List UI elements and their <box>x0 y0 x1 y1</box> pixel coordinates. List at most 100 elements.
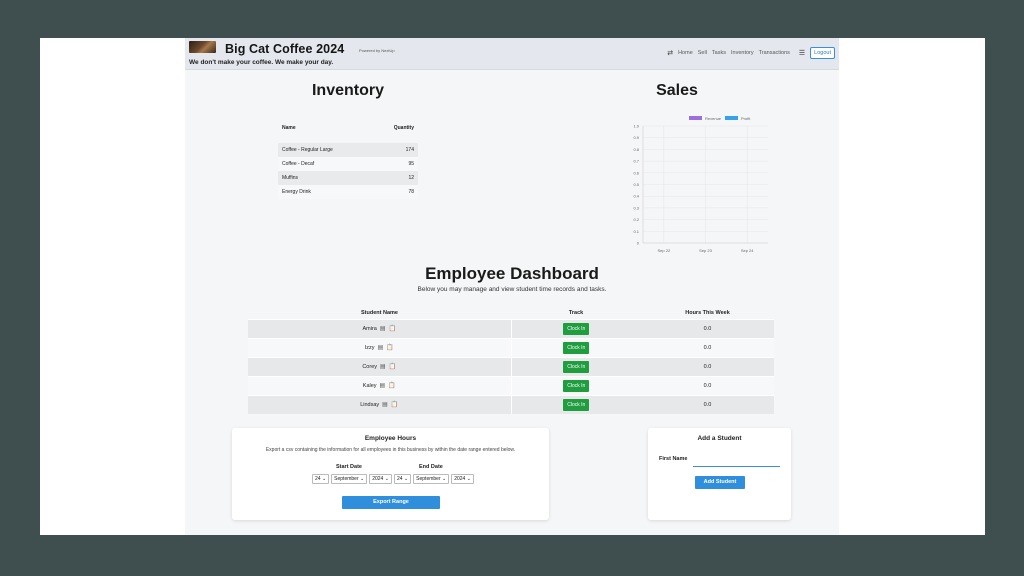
clock-in-button[interactable]: Clock In <box>563 398 590 411</box>
add-student-button[interactable]: Add Student <box>695 476 745 489</box>
table-row: Energy Drink 78 <box>278 185 418 199</box>
menu-icon[interactable]: ☰ <box>799 49 805 57</box>
item-quantity: 95 <box>372 157 418 171</box>
item-quantity: 12 <box>372 171 418 185</box>
student-cell: Kaley ▤ 📋 <box>248 375 512 395</box>
notes-icon[interactable]: ▤ <box>382 401 388 408</box>
top-bar: Big Cat Coffee 2024 Powered by NextUp We… <box>185 38 839 70</box>
student-cell: Lindsay ▤ 📋 <box>248 394 512 414</box>
item-name: Muffins <box>278 171 373 185</box>
powered-by-text: Powered by NextUp <box>359 48 395 53</box>
clock-in-button[interactable]: Clock In <box>563 379 590 392</box>
track-cell: Clock In <box>511 375 641 395</box>
table-row: Corey ▤ 📋 Clock In 0.0 <box>248 356 774 376</box>
y-tick-label: 0.3 <box>633 205 639 210</box>
nav-home[interactable]: Home <box>678 50 693 56</box>
add-student-title: Add a Student <box>697 435 742 442</box>
end-day-select[interactable]: 24 ⌄ <box>394 474 412 484</box>
y-tick-label: 0.1 <box>633 229 639 234</box>
hours-value: 0.0 <box>641 318 774 338</box>
table-row: Muffins 12 <box>278 171 418 185</box>
clipboard-icon[interactable]: 📋 <box>389 325 396 332</box>
sales-title: Sales <box>656 82 698 99</box>
track-cell: Clock In <box>511 337 641 357</box>
item-name: Coffee - Regular Large <box>278 143 373 157</box>
start-day-select[interactable]: 24 ⌄ <box>312 474 330 484</box>
clock-in-button[interactable]: Clock In <box>563 322 590 335</box>
column-header-quantity: Quantity <box>393 125 414 131</box>
clipboard-icon[interactable]: 📋 <box>388 382 395 389</box>
employee-title: Employee Dashboard <box>425 264 599 283</box>
notes-icon[interactable]: ▤ <box>380 382 386 389</box>
nav-inventory[interactable]: Inventory <box>731 50 754 56</box>
y-tick-label: 0 <box>637 241 640 246</box>
end-date-label: End Date <box>419 464 443 470</box>
x-tick-label: Sep 22 <box>657 248 670 253</box>
start-year-select[interactable]: 2024 ⌄ <box>369 474 392 484</box>
sales-chart: Revenue Profit 1.0 0.9 0.8 0.7 0.6 0.5 0.4 0.3 0.2… <box>633 116 768 253</box>
employee-hours-card: Employee Hours Export a csv containing t… <box>232 428 549 520</box>
app-window: Big Cat Coffee 2024 Powered by NextUp We… <box>185 38 839 535</box>
start-month-select[interactable]: September ⌄ <box>331 474 368 484</box>
refresh-icon[interactable]: ⇄ <box>667 49 673 57</box>
logout-button[interactable]: Logout <box>810 47 835 59</box>
legend-label: Revenue <box>705 116 722 121</box>
clipboard-icon[interactable]: 📋 <box>391 401 398 408</box>
table-row: Izzy ▤ 📋 Clock In 0.0 <box>248 337 774 357</box>
clipboard-icon[interactable]: 📋 <box>386 344 393 351</box>
nav-tasks[interactable]: Tasks <box>712 50 726 56</box>
first-name-input[interactable] <box>693 457 780 467</box>
start-year-value: 2024 <box>372 476 384 482</box>
first-name-label: First Name <box>659 456 688 462</box>
item-quantity: 174 <box>372 143 418 157</box>
end-year-select[interactable]: 2024 ⌄ <box>451 474 474 484</box>
y-tick-label: 0.7 <box>633 159 639 164</box>
legend-swatch <box>725 116 738 120</box>
y-tick-label: 0.5 <box>633 182 639 187</box>
clipboard-icon[interactable]: 📋 <box>389 363 396 370</box>
table-row: Coffee - Decaf 95 <box>278 157 418 171</box>
student-cell: Amira ▤ 📋 <box>248 318 512 338</box>
x-tick-label: Sep 23 <box>699 248 712 253</box>
column-header-name: Name <box>282 125 296 131</box>
student-name: Corey <box>362 364 377 370</box>
item-name: Energy Drink <box>278 185 373 199</box>
notes-icon[interactable]: ▤ <box>378 344 384 351</box>
x-tick-label: Sep 24 <box>741 248 754 253</box>
export-range-button[interactable]: Export Range <box>342 496 440 509</box>
end-month-value: September <box>416 476 441 482</box>
y-tick-label: 0.6 <box>633 170 639 175</box>
track-cell: Clock In <box>511 318 641 338</box>
start-date-picker: 24 ⌄ September ⌄ 2024 ⌄ <box>312 474 392 484</box>
track-cell: Clock In <box>511 356 641 376</box>
slide-canvas: Big Cat Coffee 2024 Powered by NextUp We… <box>40 38 985 535</box>
clock-in-button[interactable]: Clock In <box>563 341 590 354</box>
notes-icon[interactable]: ▤ <box>380 325 386 332</box>
column-header-track: Track <box>568 309 584 316</box>
inventory-table: Name Quantity Coffee - Regular Large 174… <box>278 121 418 199</box>
clock-in-button[interactable]: Clock In <box>563 360 590 373</box>
inventory-title: Inventory <box>311 82 384 99</box>
start-date-label: Start Date <box>336 464 362 470</box>
legend-label: Profit <box>741 116 751 121</box>
nav-sell[interactable]: Sell <box>698 50 707 56</box>
table-row: Kaley ▤ 📋 Clock In 0.0 <box>248 375 774 395</box>
end-year-value: 2024 <box>454 476 466 482</box>
add-student-card: Add a Student First Name Add Student <box>648 428 791 520</box>
nav-transactions[interactable]: Transactions <box>759 50 790 56</box>
tagline: We don't make your coffee. We make your … <box>189 59 334 66</box>
end-month-select[interactable]: September ⌄ <box>413 474 450 484</box>
brand-title: Big Cat Coffee 2024 <box>225 42 345 56</box>
end-day-value: 24 <box>397 476 403 482</box>
student-name: Amira <box>362 326 377 332</box>
y-tick-label: 1.0 <box>633 124 639 129</box>
hours-value: 0.0 <box>641 356 774 376</box>
hours-value: 0.0 <box>641 375 774 395</box>
notes-icon[interactable]: ▤ <box>380 363 386 370</box>
table-row: Lindsay ▤ 📋 Clock In 0.0 <box>248 394 774 414</box>
employee-subtitle: Below you may manage and view student ti… <box>417 286 607 293</box>
y-tick-label: 0.4 <box>633 194 639 199</box>
student-name: Lindsay <box>360 402 380 409</box>
end-date-picker: 24 ⌄ September ⌄ 2024 ⌄ <box>394 474 474 484</box>
table-row: Amira ▤ 📋 Clock In 0.0 <box>248 318 774 338</box>
